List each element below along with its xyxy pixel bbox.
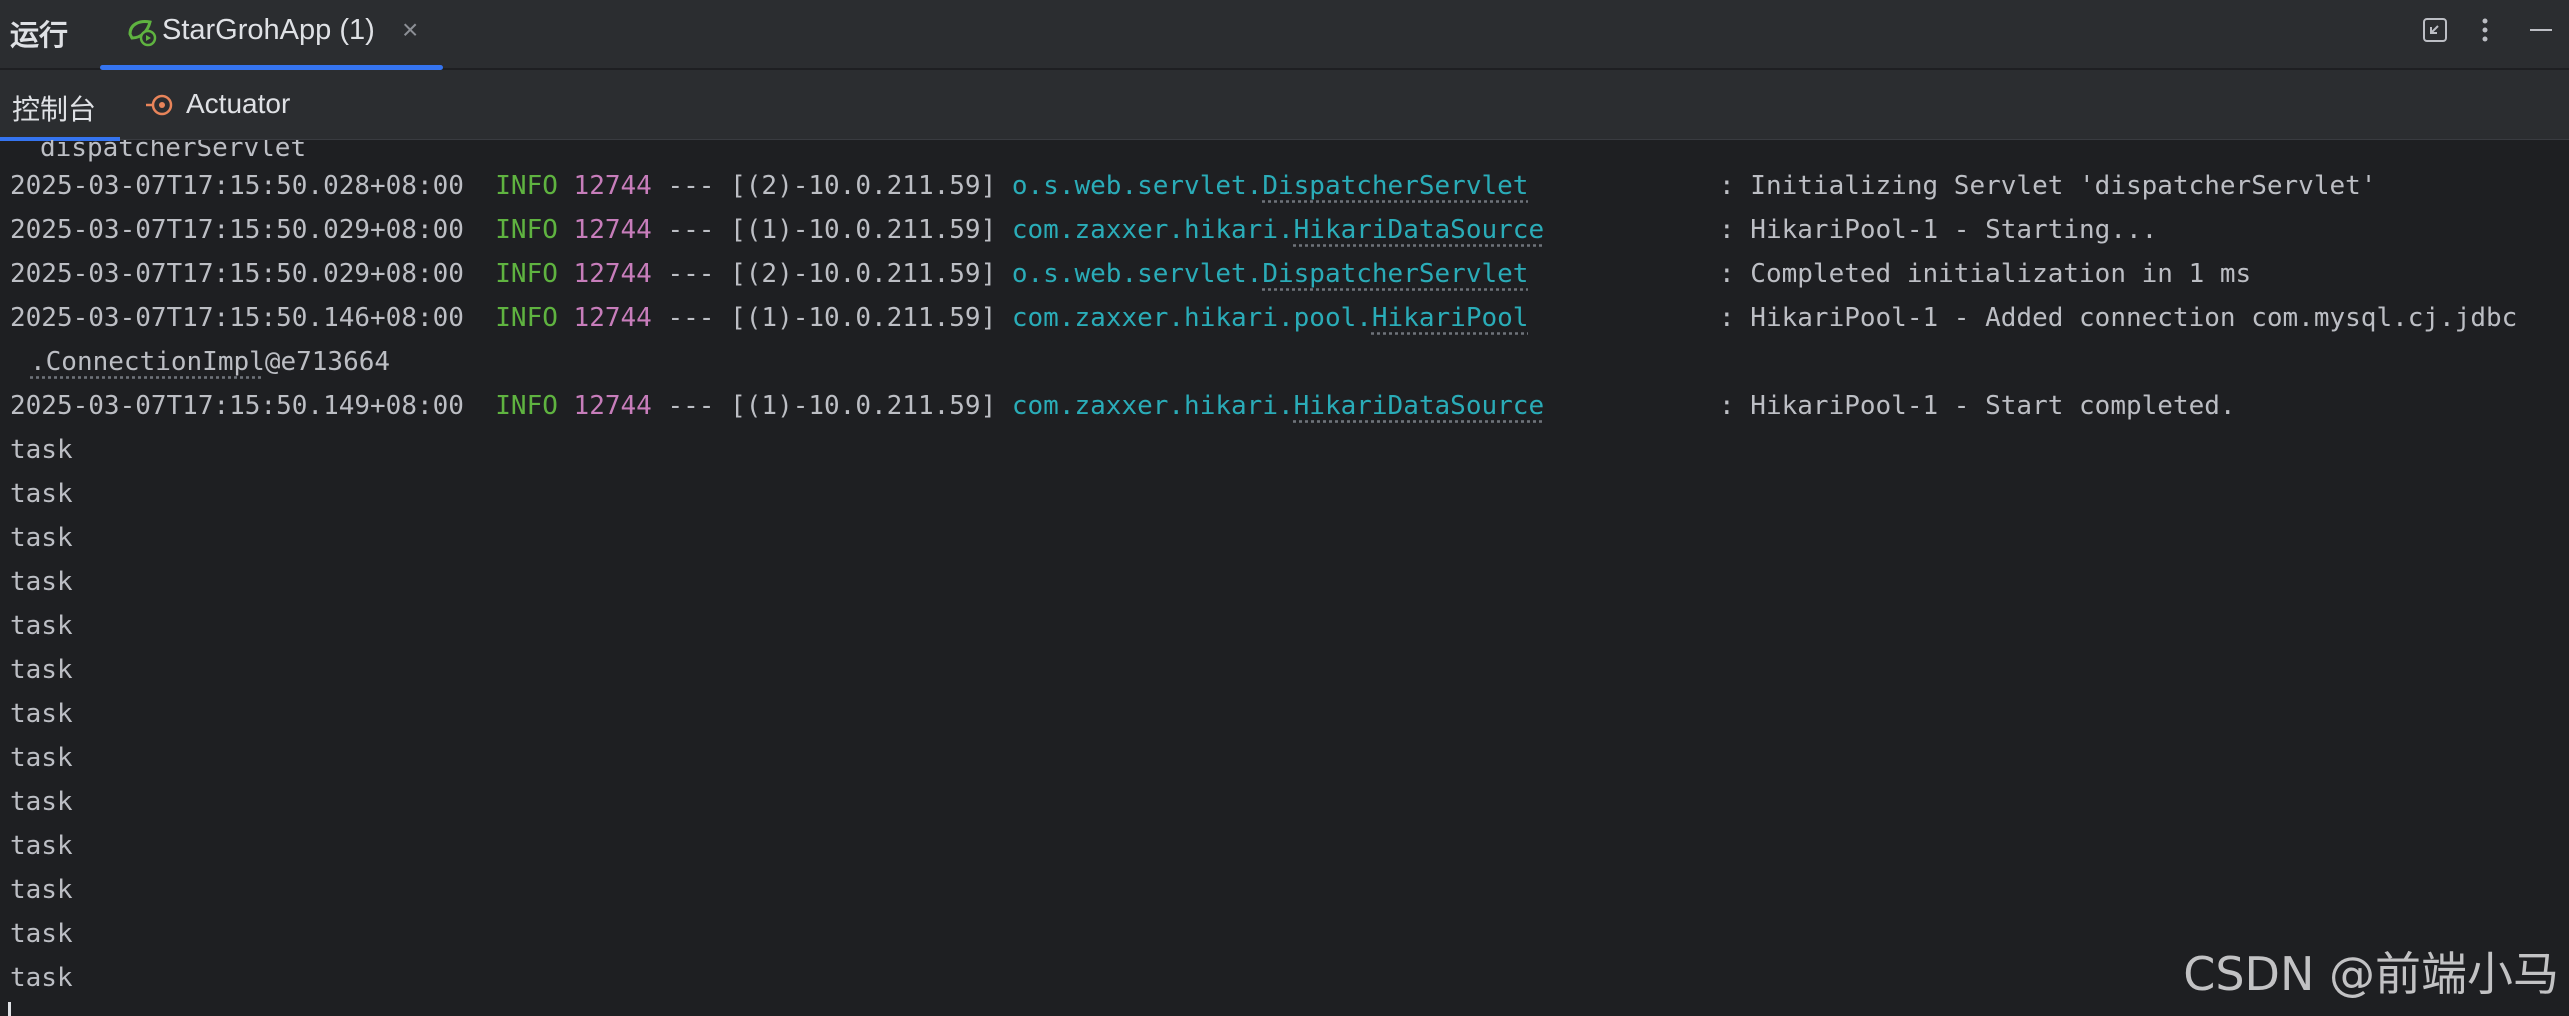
task-line: task [10,523,73,553]
log-line: 2025-03-07T17:15:50.029+08:00 INFO 12744… [10,208,1544,252]
log-message: : HikariPool-1 - Added connection com.my… [1719,303,2518,333]
connection-impl-link[interactable]: .ConnectionImpl [30,347,265,377]
log-separator: --- [667,215,715,245]
log-logger-class-link[interactable]: DispatcherServlet [1262,259,1528,289]
task-line: task [10,611,73,641]
task-line: task [10,831,73,861]
task-line: task [10,787,73,817]
log-thread: [(2)-10.0.211.59] [730,259,997,289]
connection-id: @e713664 [264,347,391,377]
run-tool-window: 运行 StarGrohApp (1) × 控制台 Actuator dispat… [0,0,2569,1016]
log-level: INFO [495,303,558,333]
actuator-icon [146,94,173,116]
log-logger-class-link[interactable]: DispatcherServlet [1262,171,1528,201]
log-message: : HikariPool-1 - Starting... [1719,215,2158,245]
log-logger-package: com.zaxxer.hikari. [1011,215,1294,245]
log-wrapped-line: .ConnectionImpl@e713664 [30,340,390,384]
log-logger-package: o.s.web.servlet. [1011,259,1263,289]
log-line: 2025-03-07T17:15:50.146+08:00 INFO 12744… [10,296,1528,340]
log-timestamp: 2025-03-07T17:15:50.146+08:00 [10,303,464,333]
console-output[interactable]: dispatcherServlet 2025-03-07T17:15:50.02… [0,140,2569,1016]
text-cursor [8,1002,11,1016]
tab-actuator-label: Actuator [186,88,291,119]
log-timestamp: 2025-03-07T17:15:50.029+08:00 [10,215,464,245]
log-separator: --- [667,259,715,289]
log-timestamp: 2025-03-07T17:15:50.028+08:00 [10,171,464,201]
task-line: task [10,699,73,729]
log-thread: [(1)-10.0.211.59] [730,391,997,421]
run-header-bar: 运行 StarGrohApp (1) × [0,0,2569,70]
log-separator: --- [667,391,715,421]
log-timestamp: 2025-03-07T17:15:50.149+08:00 [10,391,464,421]
log-logger-class-link[interactable]: HikariDataSource [1294,391,1544,421]
more-options-icon[interactable] [2471,16,2499,44]
log-thread: [(1)-10.0.211.59] [730,215,997,245]
log-logger-class-link[interactable]: HikariDataSource [1294,215,1544,245]
tab-stargrohapp[interactable]: StarGrohApp (1) × [100,0,443,70]
log-logger-package: com.zaxxer.hikari. [1011,391,1294,421]
log-logger-package: com.zaxxer.hikari.pool. [1011,303,1372,333]
console-subtabs: 控制台 Actuator [0,70,2569,141]
task-line: task [10,435,73,465]
tab-console[interactable]: 控制台 [0,70,122,141]
watermark: CSDN @前端小马 [2183,947,2559,1001]
log-timestamp: 2025-03-07T17:15:50.029+08:00 [10,259,464,289]
log-thread: [(1)-10.0.211.59] [730,303,997,333]
task-line: task [10,743,73,773]
task-line: task [10,479,73,509]
task-line: task [10,875,73,905]
task-line: task [10,919,73,949]
log-pid: 12744 [573,259,652,289]
task-line: task [10,655,73,685]
log-message: : Initializing Servlet 'dispatcherServle… [1719,171,2377,201]
log-level: INFO [495,259,558,289]
tab-label: StarGrohApp (1) [162,14,375,46]
minimize-icon[interactable] [2527,16,2555,44]
task-line: task [10,963,73,993]
log-line: 2025-03-07T17:15:50.028+08:00 INFO 12744… [10,164,1528,208]
log-level: INFO [495,391,558,421]
log-message: : HikariPool-1 - Start completed. [1719,391,2236,421]
log-logger-package: o.s.web.servlet. [1011,171,1263,201]
log-thread: [(2)-10.0.211.59] [730,171,997,201]
log-level: INFO [495,215,558,245]
log-separator: --- [667,171,715,201]
log-line: 2025-03-07T17:15:50.029+08:00 INFO 12744… [10,252,1528,296]
log-pid: 12744 [573,391,652,421]
log-pid: 12744 [573,303,652,333]
spring-run-icon [128,20,157,47]
log-logger-class-link[interactable]: HikariPool [1372,303,1529,333]
task-line: task [10,567,73,597]
log-separator: --- [667,303,715,333]
log-level: INFO [495,171,558,201]
log-message: : Completed initialization in 1 ms [1719,259,2252,289]
restore-layout-icon[interactable] [2421,16,2449,44]
run-title: 运行 [10,18,69,52]
log-pid: 12744 [573,215,652,245]
close-icon[interactable]: × [402,14,418,46]
log-pid: 12744 [573,171,652,201]
tab-actuator[interactable]: Actuator [140,70,320,140]
log-line: 2025-03-07T17:15:50.149+08:00 INFO 12744… [10,384,1544,428]
tab-console-label: 控制台 [12,93,97,126]
